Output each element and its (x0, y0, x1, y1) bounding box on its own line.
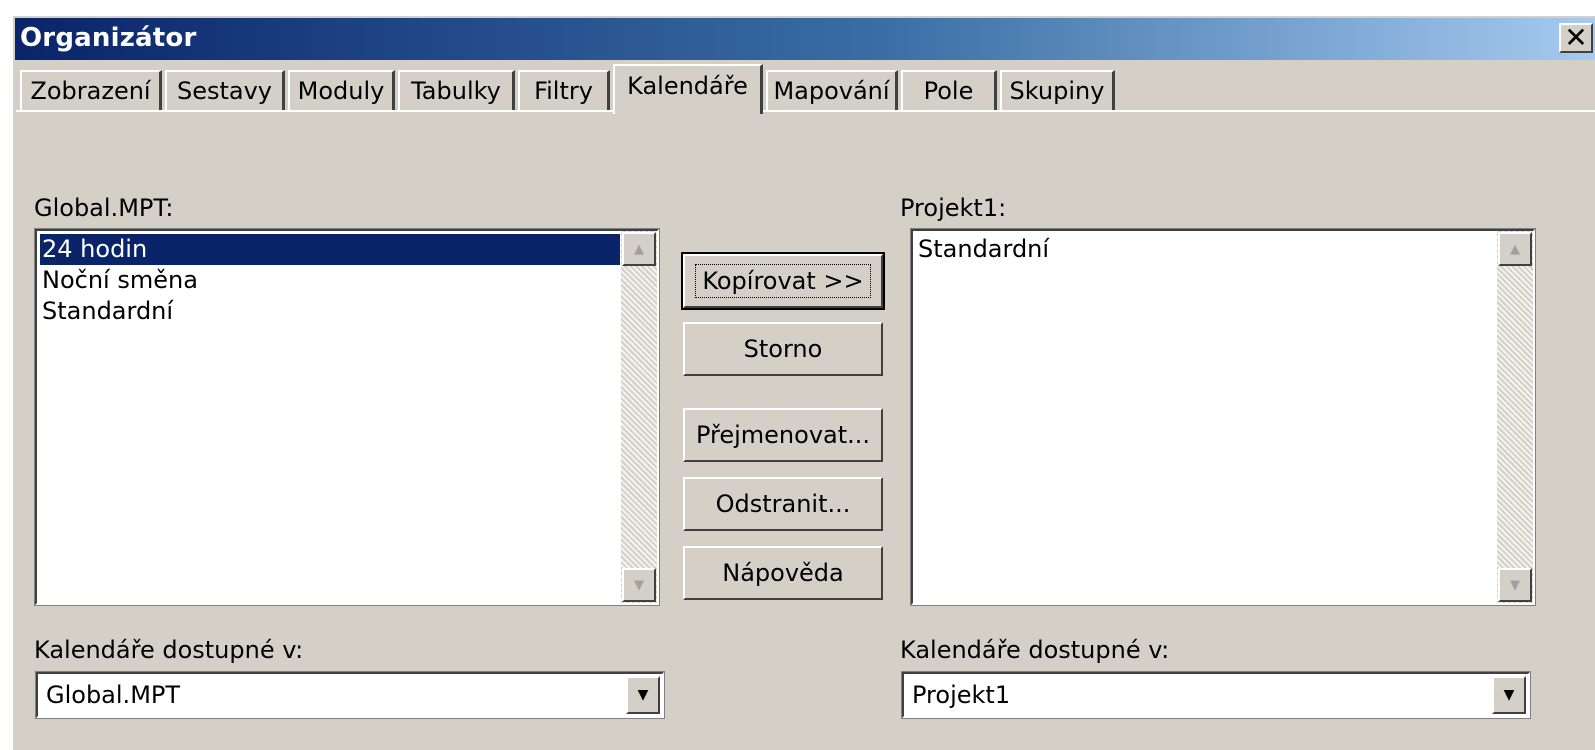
tab-label: Pole (923, 77, 974, 105)
tab-label: Filtry (534, 77, 593, 105)
tab-label: Zobrazení (30, 77, 151, 105)
rename-button-label: Přejmenovat... (695, 421, 871, 449)
tab-label: Sestavy (176, 77, 273, 105)
tab-skupiny[interactable]: Skupiny (1000, 70, 1115, 110)
list-item[interactable]: Standardní (916, 234, 1049, 265)
tab-label: Moduly (297, 77, 385, 105)
copy-button[interactable]: Kopírovat >> (681, 252, 885, 310)
scroll-up-icon[interactable]: ▲ (1498, 232, 1532, 266)
copy-button-label: Kopírovat >> (695, 264, 871, 298)
combo-value: Projekt1 (912, 681, 1011, 709)
tab-kalendare[interactable]: Kalendáře (613, 64, 763, 114)
tab-strip-line (16, 110, 1595, 112)
rename-button[interactable]: Přejmenovat... (683, 408, 883, 462)
project-available-label: Kalendáře dostupné v: (900, 636, 1170, 664)
tab-label: Kalendáře (627, 72, 748, 100)
scroll-down-icon[interactable]: ▼ (1498, 568, 1532, 602)
project-label: Projekt1: (900, 194, 1007, 222)
global-available-select[interactable]: Global.MPT ▼ (35, 671, 665, 719)
list-item[interactable]: Noční směna (40, 265, 198, 296)
tab-label: Mapování (773, 77, 890, 105)
global-mpt-label: Global.MPT: (34, 194, 174, 222)
scrollbar[interactable]: ▲ ▼ (621, 231, 657, 603)
tab-sestavy[interactable]: Sestavy (165, 70, 285, 110)
tab-tabulky[interactable]: Tabulky (398, 70, 515, 110)
scrollbar[interactable]: ▲ ▼ (1497, 231, 1533, 603)
project-available-select[interactable]: Projekt1 ▼ (901, 671, 1531, 719)
tab-pole[interactable]: Pole (901, 70, 997, 110)
list-item[interactable]: 24 hodin (40, 234, 620, 265)
title-bar[interactable]: Organizátor ✕ (15, 18, 1595, 60)
tab-moduly[interactable]: Moduly (288, 70, 395, 110)
chevron-down-icon[interactable]: ▼ (626, 676, 660, 714)
project-calendar-list[interactable]: Standardní ▲ ▼ (910, 228, 1536, 606)
scroll-up-icon[interactable]: ▲ (622, 232, 656, 266)
combo-value: Global.MPT (46, 681, 181, 709)
tab-filtry[interactable]: Filtry (518, 70, 610, 110)
tab-mapovani[interactable]: Mapování (766, 70, 898, 110)
global-available-label: Kalendáře dostupné v: (34, 636, 304, 664)
tab-label: Skupiny (1009, 77, 1105, 105)
help-button-label: Nápověda (722, 559, 844, 587)
delete-button[interactable]: Odstranit... (683, 477, 883, 531)
chevron-down-icon[interactable]: ▼ (1492, 676, 1526, 714)
close-icon[interactable]: ✕ (1559, 23, 1593, 53)
organizer-dialog: Organizátor ✕ Zobrazení Sestavy Moduly T… (11, 14, 1595, 750)
scroll-down-icon[interactable]: ▼ (622, 568, 656, 602)
window-title: Organizátor (20, 23, 197, 53)
global-calendar-list[interactable]: 24 hodin Noční směna Standardní ▲ ▼ (34, 228, 660, 606)
cancel-button[interactable]: Storno (683, 322, 883, 376)
help-button[interactable]: Nápověda (683, 546, 883, 600)
delete-button-label: Odstranit... (715, 490, 851, 518)
list-item[interactable]: Standardní (40, 296, 173, 327)
tab-label: Tabulky (411, 77, 501, 105)
tab-zobrazeni[interactable]: Zobrazení (20, 70, 162, 110)
cancel-button-label: Storno (743, 335, 823, 363)
